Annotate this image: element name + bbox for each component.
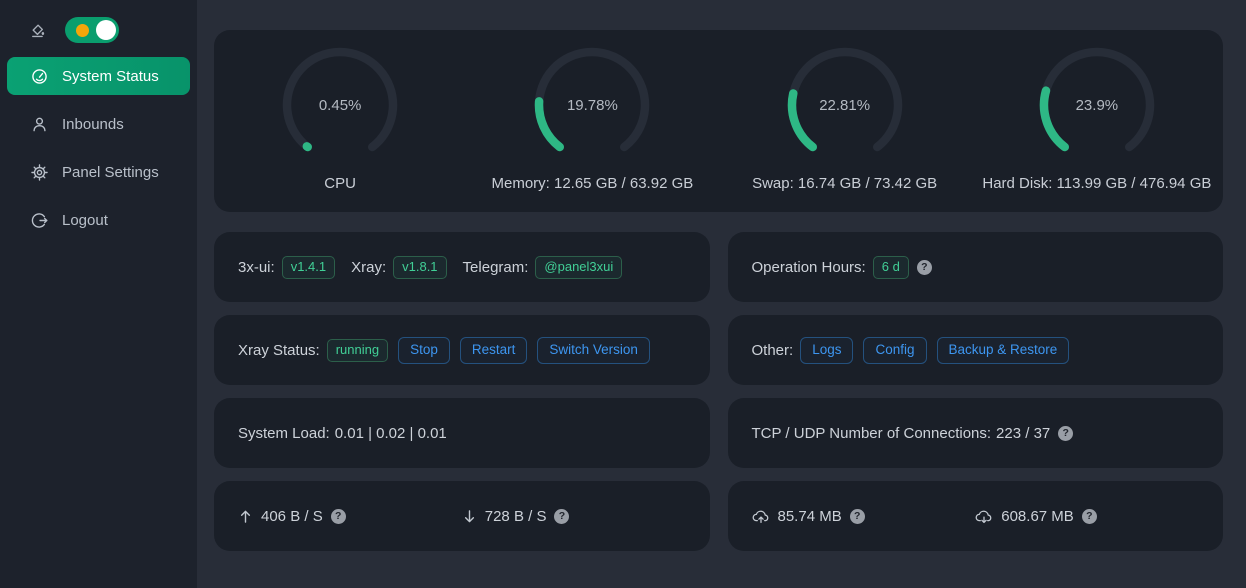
main-content: 0.45% CPU 19.78% Memory: 12.65 GB / 63.9… (197, 0, 1246, 588)
switch-version-button[interactable]: Switch Version (537, 337, 650, 364)
sidebar-header (0, 0, 197, 43)
total-sent-block: 85.74 MB ? (752, 508, 976, 525)
theme-paint-icon (30, 22, 47, 39)
sidebar: System Status Inbounds (0, 0, 197, 588)
connections-value: 223 / 37 (996, 425, 1050, 442)
download-speed-value: 728 B / S (485, 508, 547, 525)
system-load-card: System Load: 0.01 | 0.02 | 0.01 (214, 398, 710, 468)
cpu-gauge-label: CPU (324, 175, 356, 192)
dashboard-icon (31, 68, 48, 85)
sidebar-item-label: Logout (62, 212, 108, 229)
logs-button[interactable]: Logs (800, 337, 853, 364)
sidebar-item-label: Inbounds (62, 116, 124, 133)
swap-gauge-value: 22.81% (784, 44, 906, 166)
backup-restore-button[interactable]: Backup & Restore (937, 337, 1070, 364)
restart-button[interactable]: Restart (460, 337, 528, 364)
cpu-gauge-value: 0.45% (279, 44, 401, 166)
connections-label: TCP / UDP Number of Connections: (752, 425, 992, 442)
memory-gauge-label: Memory: 12.65 GB / 63.92 GB (491, 175, 693, 192)
telegram-handle-tag[interactable]: @panel3xui (535, 256, 622, 279)
sidebar-item-label: Panel Settings (62, 164, 159, 181)
upload-speed-help-icon[interactable]: ? (331, 509, 346, 524)
toggle-knob (96, 20, 116, 40)
sidebar-item-panel-settings[interactable]: Panel Settings (7, 153, 190, 191)
status-cards-grid: 3x-ui: v1.4.1 Xray: v1.8.1 Telegram: @pa… (214, 232, 1223, 551)
config-button[interactable]: Config (863, 337, 926, 364)
connections-card: TCP / UDP Number of Connections: 223 / 3… (728, 398, 1224, 468)
operation-hours-label: Operation Hours: (752, 259, 866, 276)
cloud-upload-icon (752, 509, 770, 524)
disk-gauge: 23.9% (1036, 44, 1158, 166)
xray-status-tag: running (327, 339, 388, 362)
arrow-up-icon (238, 509, 253, 524)
network-speed-card: 406 B / S ? 728 B / S ? (214, 481, 710, 551)
disk-gauge-label: Hard Disk: 113.99 GB / 476.94 GB (982, 175, 1211, 192)
sidebar-item-label: System Status (62, 68, 159, 85)
logout-icon (31, 212, 48, 229)
operation-hours-tag: 6 d (873, 256, 909, 279)
stop-button[interactable]: Stop (398, 337, 450, 364)
dark-mode-toggle[interactable] (65, 17, 119, 43)
resource-gauges-card: 0.45% CPU 19.78% Memory: 12.65 GB / 63.9… (214, 30, 1223, 212)
operation-hours-help-icon[interactable]: ? (917, 260, 932, 275)
operation-hours-card: Operation Hours: 6 d ? (728, 232, 1224, 302)
xui-version-label: 3x-ui: (238, 259, 275, 276)
memory-gauge-value: 19.78% (531, 44, 653, 166)
gear-icon (31, 164, 48, 181)
network-total-card: 85.74 MB ? 608.67 MB ? (728, 481, 1224, 551)
sidebar-item-inbounds[interactable]: Inbounds (7, 105, 190, 143)
upload-speed-block: 406 B / S ? (238, 508, 462, 525)
xray-version-tag: v1.8.1 (393, 256, 446, 279)
cpu-gauge-block: 0.45% CPU (214, 44, 466, 192)
upload-speed-value: 406 B / S (261, 508, 323, 525)
system-load-value: 0.01 | 0.02 | 0.01 (335, 425, 447, 442)
total-received-help-icon[interactable]: ? (1082, 509, 1097, 524)
total-sent-value: 85.74 MB (778, 508, 842, 525)
memory-gauge: 19.78% (531, 44, 653, 166)
other-actions-card: Other: Logs Config Backup & Restore (728, 315, 1224, 385)
xray-status-label: Xray Status: (238, 342, 320, 359)
download-speed-help-icon[interactable]: ? (554, 509, 569, 524)
xray-status-card: Xray Status: running Stop Restart Switch… (214, 315, 710, 385)
disk-gauge-value: 23.9% (1036, 44, 1158, 166)
arrow-down-icon (462, 509, 477, 524)
sidebar-item-logout[interactable]: Logout (7, 201, 190, 239)
other-label: Other: (752, 342, 794, 359)
system-load-label: System Load: (238, 425, 330, 442)
memory-gauge-block: 19.78% Memory: 12.65 GB / 63.92 GB (466, 44, 718, 192)
total-sent-help-icon[interactable]: ? (850, 509, 865, 524)
swap-gauge-block: 22.81% Swap: 16.74 GB / 73.42 GB (719, 44, 971, 192)
versions-card: 3x-ui: v1.4.1 Xray: v1.8.1 Telegram: @pa… (214, 232, 710, 302)
total-received-block: 608.67 MB ? (975, 508, 1199, 525)
swap-gauge: 22.81% (784, 44, 906, 166)
xui-version-tag: v1.4.1 (282, 256, 335, 279)
cloud-download-icon (975, 509, 993, 524)
swap-gauge-label: Swap: 16.74 GB / 73.42 GB (752, 175, 937, 192)
user-icon (31, 116, 48, 133)
connections-help-icon[interactable]: ? (1058, 426, 1073, 441)
app-root: System Status Inbounds (0, 0, 1246, 588)
sidebar-menu: System Status Inbounds (0, 57, 197, 239)
telegram-label: Telegram: (463, 259, 529, 276)
sidebar-item-system-status[interactable]: System Status (7, 57, 190, 95)
cpu-gauge: 0.45% (279, 44, 401, 166)
total-received-value: 608.67 MB (1001, 508, 1074, 525)
disk-gauge-block: 23.9% Hard Disk: 113.99 GB / 476.94 GB (971, 44, 1223, 192)
sun-icon (76, 24, 89, 37)
xray-version-label: Xray: (351, 259, 386, 276)
download-speed-block: 728 B / S ? (462, 508, 686, 525)
